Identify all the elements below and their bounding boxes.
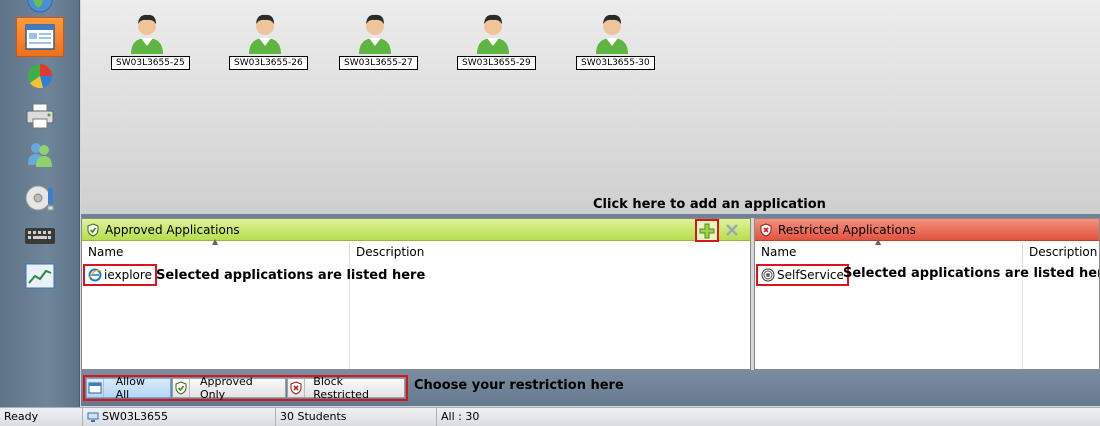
allow-all-button[interactable]: Allow All [86,375,172,401]
approved-app-name: iexplore [104,268,152,282]
pie-chart-icon[interactable] [18,58,62,94]
line-chart-icon[interactable] [18,258,62,294]
block-restricted-label: Block Restricted [313,375,369,401]
restricted-panel-title: Restricted Applications [778,222,916,237]
student-avatar-icon [249,14,281,54]
shield-check-icon [87,222,99,237]
station-label: SW03L3655-27 [339,56,418,70]
add-application-hint: Click here to add an application [593,197,826,212]
approved-applications-panel: Approved Applications ▲ Name Description… [81,218,751,370]
remove-application-button[interactable] [723,221,741,239]
approved-app-item[interactable]: iexplore [83,264,157,286]
classroom-view-icon[interactable] [16,17,64,57]
approved-panel-header: Approved Applications [82,219,750,241]
status-station: SW03L3655 [83,408,276,426]
station-label: SW03L3655-29 [457,56,536,70]
restriction-toolbar: Allow All Approved Only Block Restricted… [81,370,1100,406]
block-restricted-button[interactable]: Block Restricted [287,375,405,401]
restriction-mode-group: Allow All Approved Only Block Restricted [83,375,408,401]
student-station[interactable]: SW03L3655-27 [339,10,418,70]
left-nav [0,0,80,408]
station-label: SW03L3655-26 [229,56,308,70]
restricted-app-name: SelfService [777,268,844,282]
restricted-col-description[interactable]: Description [1023,242,1099,262]
media-disc-icon[interactable] [18,180,62,216]
plus-icon [699,223,715,238]
keyboard-icon[interactable] [18,218,62,254]
approved-list-hint: Selected applications are listed here [156,268,426,283]
window-icon [87,379,104,397]
globe-icon[interactable] [18,0,62,18]
station-label: SW03L3655-25 [111,56,190,70]
student-avatar-icon [359,14,391,54]
approved-panel-title: Approved Applications [105,222,240,237]
student-station[interactable]: SW03L3655-30 [576,10,655,70]
restricted-app-item[interactable]: SelfService [756,264,849,286]
network-icon [87,412,99,422]
student-station[interactable]: SW03L3655-26 [229,10,308,70]
classroom-canvas: SW03L3655-25 SW03L3655-26 SW03L3655-27 S… [81,0,1100,214]
student-station[interactable]: SW03L3655-29 [457,10,536,70]
restricted-list-hint: Selected applications are listed here [843,266,1100,281]
restricted-col-name[interactable]: Name [755,242,1023,262]
allow-all-label: Allow All [115,375,145,401]
approved-col-name[interactable]: Name [82,242,350,262]
student-avatar-icon [596,14,628,54]
shield-check-icon [173,379,190,397]
approved-only-button[interactable]: Approved Only [172,375,287,401]
status-state: Ready [0,408,83,426]
restricted-panel-header: Restricted Applications [755,219,1099,241]
users-icon[interactable] [18,136,62,172]
status-students: 30 Students [276,408,437,426]
close-icon [726,224,738,236]
shield-block-icon [760,222,772,237]
restriction-hint: Choose your restriction here [414,378,624,393]
approved-only-label: Approved Only [199,375,253,401]
restricted-applications-panel: Restricted Applications ▲ Name Descripti… [754,218,1100,370]
station-label: SW03L3655-30 [576,56,655,70]
printer-icon[interactable] [18,98,62,134]
status-bar: Ready SW03L3655 30 Students All : 30 [0,407,1100,426]
student-avatar-icon [477,14,509,54]
internet-explorer-icon [88,268,102,282]
add-application-button[interactable] [695,219,719,242]
shield-block-icon [288,379,306,397]
self-service-icon [761,268,775,282]
student-avatar-icon [131,14,163,54]
status-count: All : 30 [441,410,480,423]
status-station-name: SW03L3655 [102,410,168,423]
approved-col-description[interactable]: Description [350,242,750,262]
student-station[interactable]: SW03L3655-25 [111,10,190,70]
